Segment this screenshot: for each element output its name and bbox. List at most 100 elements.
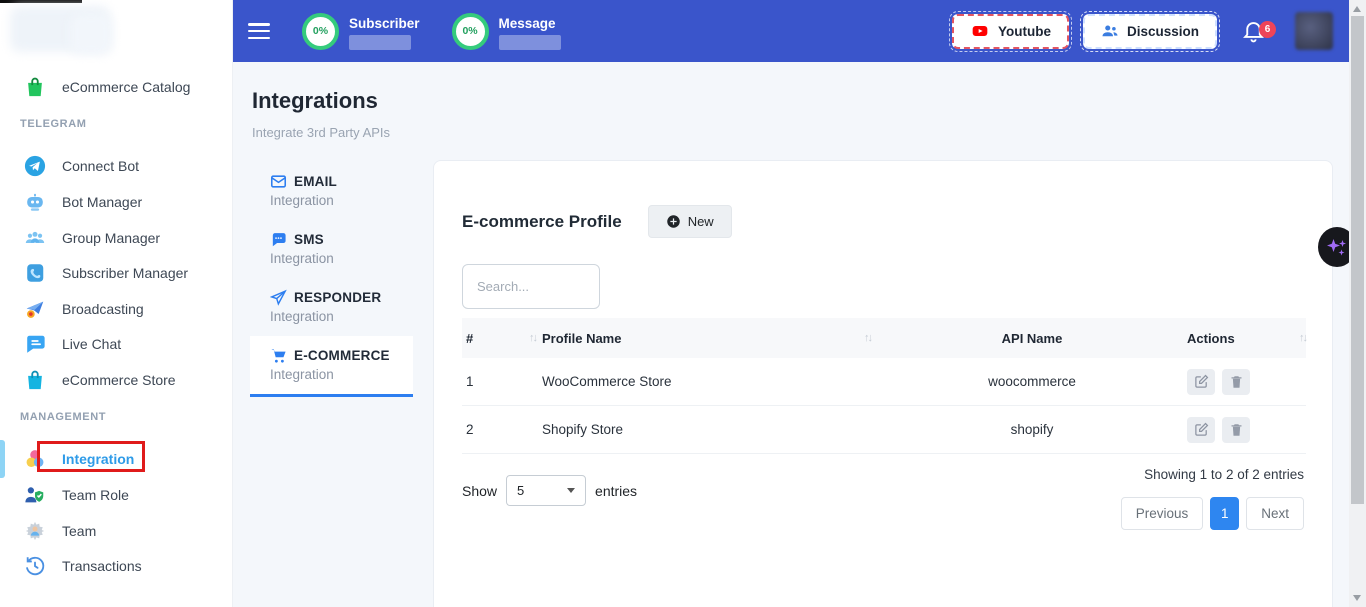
redacted-value [499,35,561,50]
paper-plane-icon [270,289,287,306]
sort-icon[interactable]: ↑↓ [529,332,536,344]
sidebar-item-label: eCommerce Store [62,372,176,388]
notification-count-badge: 6 [1259,21,1276,38]
col-header-number[interactable]: # [466,331,473,346]
delete-button[interactable] [1222,369,1250,395]
profile-name-cell: Shopify Store [542,422,623,437]
trash-icon [1229,374,1244,389]
edit-button[interactable] [1187,369,1215,395]
sidebar-item-subscriber-manager[interactable]: Subscriber Manager [0,256,233,290]
sidebar-item-bot-manager[interactable]: Bot Manager [0,185,233,219]
table-header-row: # ↑↓ Profile Name ↑↓ API Name Actions ↑↓ [462,318,1306,358]
robot-icon [24,191,46,213]
sort-icon[interactable]: ↑↓ [864,332,871,344]
subscriber-progress-circle: 0% [302,13,339,50]
tab-ecommerce-integration[interactable]: E-COMMERCE Integration [250,336,413,397]
sidebar-item-label: Integration [62,451,134,467]
redacted-value [349,35,411,50]
sidebar-section-telegram: TELEGRAM [20,118,87,130]
row-number: 2 [466,422,474,437]
next-page-button[interactable]: Next [1246,497,1304,530]
email-icon [270,173,287,190]
page-subtitle: Integrate 3rd Party APIs [252,125,390,140]
top-edge-line [0,0,82,3]
shopping-bag-cyan-icon [24,369,46,391]
sidebar-item-label: Live Chat [62,336,121,352]
discussion-button[interactable]: Discussion [1083,14,1217,49]
sidebar-item-label: Team Role [62,487,129,503]
tab-sublabel: Integration [270,367,413,382]
page-scrollbar[interactable] [1349,0,1366,607]
shopping-bag-green-icon [24,76,46,98]
chat-bubble-icon [24,333,46,355]
sidebar-item-ecommerce-catalog[interactable]: eCommerce Catalog [0,70,233,104]
sidebar-item-label: Team [62,523,96,539]
active-indicator-bar [0,440,5,478]
message-stat: 0% Message [452,13,561,50]
sidebar-item-group-manager[interactable]: Group Manager [0,221,233,255]
integration-tabs: EMAIL Integration SMS Integration [250,162,413,397]
message-progress-circle: 0% [452,13,489,50]
avatar[interactable] [1295,12,1333,50]
sidebar: eCommerce Catalog TELEGRAM Connect Bot B… [0,0,233,607]
tab-label: E-COMMERCE [294,348,390,363]
subscriber-stat: 0% Subscriber [302,13,420,50]
col-header-actions[interactable]: Actions [1187,331,1235,346]
logo-placeholder-2 [70,14,112,54]
main-content: Integrations Integrate 3rd Party APIs EM… [233,62,1349,607]
page-1-button[interactable]: 1 [1210,497,1239,530]
row-number: 1 [466,374,474,389]
show-label: Show [462,483,497,499]
sort-icon[interactable]: ↑↓ [1299,332,1306,344]
scroll-up-arrow-icon[interactable] [1353,6,1361,12]
cart-icon [270,347,287,364]
tab-responder-integration[interactable]: RESPONDER Integration [250,278,413,336]
scrollbar-thumb[interactable] [1351,16,1364,504]
delete-button[interactable] [1222,417,1250,443]
message-stat-label: Message [499,16,561,31]
showing-entries-text: Showing 1 to 2 of 2 entries [1144,467,1304,482]
sidebar-item-integration[interactable]: Integration [0,442,233,476]
youtube-button[interactable]: Youtube [952,14,1069,49]
card-title: E-commerce Profile [462,212,622,232]
people-group-icon [24,227,46,249]
search-input[interactable] [462,264,600,309]
profiles-table: # ↑↓ Profile Name ↑↓ API Name Actions ↑↓… [462,318,1306,454]
sms-icon [270,231,287,248]
sidebar-item-connect-bot[interactable]: Connect Bot [0,149,233,183]
scroll-down-arrow-icon[interactable] [1353,595,1361,601]
sidebar-item-label: Transactions [62,558,142,574]
sidebar-item-live-chat[interactable]: Live Chat [0,327,233,361]
col-header-api-name[interactable]: API Name [877,331,1187,346]
person-shield-icon [24,484,46,506]
top-header: 0% Subscriber 0% Message Youtube [233,0,1349,62]
tab-label: EMAIL [294,174,337,189]
notifications-button[interactable]: 6 [1241,18,1267,44]
sidebar-item-ecommerce-store[interactable]: eCommerce Store [0,363,233,397]
tab-email-integration[interactable]: EMAIL Integration [250,162,413,220]
previous-page-button[interactable]: Previous [1121,497,1204,530]
edit-pencil-icon [1194,422,1209,437]
edit-pencil-icon [1194,374,1209,389]
sparkles-icon [1325,235,1349,259]
tab-sublabel: Integration [270,193,413,208]
edit-button[interactable] [1187,417,1215,443]
sidebar-item-team-role[interactable]: Team Role [0,478,233,512]
tab-sms-integration[interactable]: SMS Integration [250,220,413,278]
sidebar-item-broadcasting[interactable]: Broadcasting [0,292,233,326]
page-size-select[interactable]: 5 [506,475,586,506]
table-row: 2 Shopify Store shopify [462,406,1306,454]
tab-sublabel: Integration [270,309,413,324]
col-header-profile-name[interactable]: Profile Name [542,331,621,346]
new-profile-button[interactable]: New [648,205,732,238]
phonebook-icon [24,262,46,284]
new-button-label: New [688,214,714,229]
profile-name-cell: WooCommerce Store [542,374,672,389]
page-title: Integrations [252,88,378,114]
sidebar-item-team[interactable]: Team [0,514,233,548]
menu-toggle-icon[interactable] [248,23,270,39]
api-name-cell: woocommerce [877,374,1187,389]
subscriber-stat-label: Subscriber [349,16,420,31]
telegram-plane-icon [24,155,46,177]
sidebar-item-transactions[interactable]: Transactions [0,549,233,583]
